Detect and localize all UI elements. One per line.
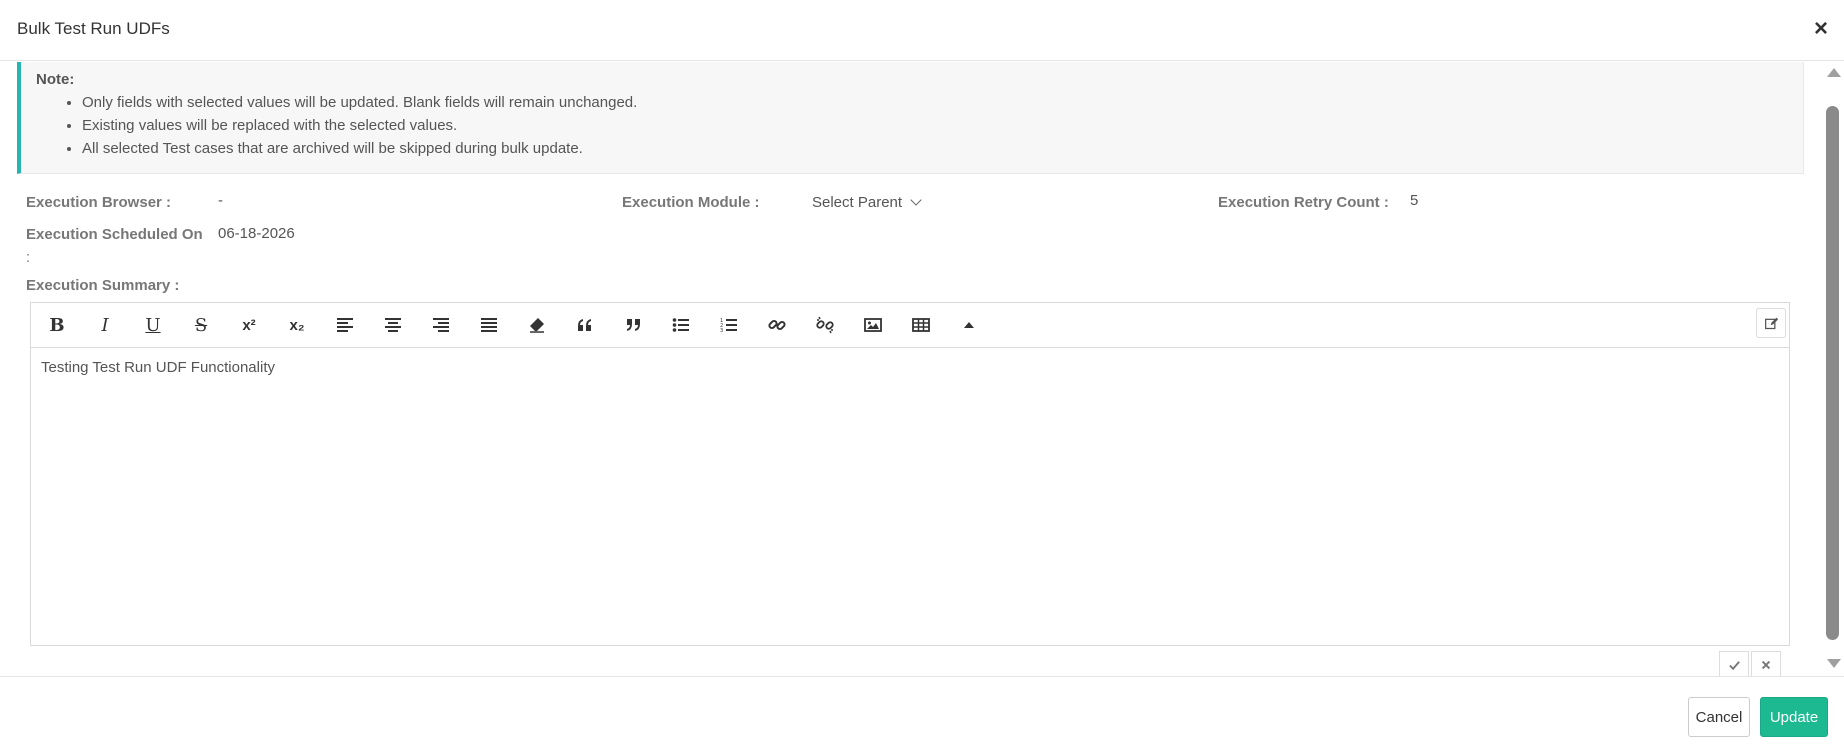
- quote-left-icon: [578, 319, 591, 331]
- unlink-icon: [816, 316, 834, 334]
- eraser-icon: [530, 318, 544, 333]
- chevron-down-icon: [910, 194, 922, 206]
- note-box: Note: Only fields with selected values w…: [17, 62, 1804, 174]
- execution-summary-editor: B I U S x² x₂ 1 2 3 Testing Test Run UDF…: [30, 302, 1790, 646]
- italic-icon: I: [101, 314, 109, 336]
- note-item: Only fields with selected values will be…: [82, 91, 637, 114]
- blockquote-button[interactable]: [569, 311, 601, 339]
- quote-right-button[interactable]: [617, 311, 649, 339]
- align-center-icon: [385, 318, 401, 332]
- insert-link-button[interactable]: [761, 311, 793, 339]
- note-item: All selected Test cases that are archive…: [82, 137, 637, 160]
- underline-button[interactable]: U: [137, 311, 169, 339]
- scroll-up-arrow-icon[interactable]: [1827, 68, 1841, 77]
- scroll-down-arrow-icon[interactable]: [1827, 659, 1841, 668]
- more-options-button[interactable]: [953, 311, 985, 339]
- align-left-icon: [337, 318, 353, 332]
- align-left-button[interactable]: [329, 311, 361, 339]
- align-justify-icon: [481, 318, 497, 332]
- scrollbar-thumb[interactable]: [1826, 106, 1839, 640]
- numbered-list-icon: 123: [720, 318, 737, 334]
- superscript-icon: x²: [242, 316, 256, 334]
- align-right-icon: [433, 318, 449, 332]
- table-icon: [912, 318, 930, 332]
- unlink-button[interactable]: [809, 311, 841, 339]
- strikethrough-button[interactable]: S: [185, 311, 217, 339]
- modal-title: Bulk Test Run UDFs: [17, 19, 170, 38]
- modal-header: Bulk Test Run UDFs ×: [0, 0, 1844, 61]
- update-button[interactable]: Update: [1760, 697, 1828, 737]
- caret-up-icon: [964, 322, 974, 328]
- superscript-button[interactable]: x²: [233, 311, 265, 339]
- modal-footer: Cancel Update: [0, 676, 1844, 747]
- editor-toolbar: B I U S x² x₂ 1 2 3: [31, 303, 1789, 348]
- close-icon: [1761, 660, 1771, 670]
- image-icon: [864, 318, 882, 332]
- check-icon: [1728, 660, 1740, 670]
- quote-right-icon: [627, 319, 640, 331]
- subscript-button[interactable]: x₂: [281, 311, 313, 339]
- execution-retry-count-label: Execution Retry Count :: [1218, 194, 1389, 211]
- edit-icon: [1764, 317, 1778, 329]
- bold-icon: B: [49, 314, 65, 336]
- note-item: Existing values will be replaced with th…: [82, 114, 637, 137]
- execution-module-value: Select Parent: [812, 194, 903, 211]
- note-title: Note:: [36, 71, 75, 88]
- execution-scheduled-on-label: Execution Scheduled On: [26, 226, 203, 243]
- confirm-edit-button[interactable]: [1719, 651, 1749, 679]
- editor-actions: [1719, 651, 1781, 679]
- execution-summary-label: Execution Summary :: [26, 277, 180, 294]
- vertical-scrollbar[interactable]: [1822, 62, 1844, 676]
- note-list: Only fields with selected values will be…: [82, 91, 637, 160]
- subscript-icon: x₂: [289, 316, 305, 334]
- strikethrough-icon: S: [194, 314, 208, 336]
- cancel-edit-button[interactable]: [1751, 651, 1781, 679]
- underline-icon: U: [145, 314, 161, 336]
- italic-button[interactable]: I: [89, 311, 121, 339]
- execution-module-select[interactable]: Select Parent: [812, 194, 922, 211]
- svg-text:3: 3: [720, 328, 723, 334]
- cancel-button[interactable]: Cancel: [1688, 697, 1750, 737]
- bold-button[interactable]: B: [41, 311, 73, 339]
- align-justify-button[interactable]: [473, 311, 505, 339]
- bullet-list-button[interactable]: [665, 311, 697, 339]
- link-icon: [768, 319, 786, 331]
- execution-scheduled-on-colon: :: [26, 249, 31, 266]
- insert-table-button[interactable]: [905, 311, 937, 339]
- insert-image-button[interactable]: [857, 311, 889, 339]
- numbered-list-button[interactable]: 123: [713, 311, 745, 339]
- clear-format-button[interactable]: [521, 311, 553, 339]
- close-icon[interactable]: ×: [1810, 17, 1832, 41]
- align-right-button[interactable]: [425, 311, 457, 339]
- execution-scheduled-on-value[interactable]: 06-18-2026: [218, 225, 295, 242]
- bullet-list-icon: [672, 318, 689, 332]
- execution-browser-value: -: [218, 192, 223, 209]
- editor-content[interactable]: Testing Test Run UDF Functionality: [41, 359, 275, 376]
- execution-module-label: Execution Module :: [622, 194, 760, 211]
- code-view-toggle-button[interactable]: [1756, 308, 1786, 338]
- align-center-button[interactable]: [377, 311, 409, 339]
- execution-browser-label: Execution Browser :: [26, 194, 172, 211]
- execution-retry-count-value[interactable]: 5: [1410, 192, 1418, 209]
